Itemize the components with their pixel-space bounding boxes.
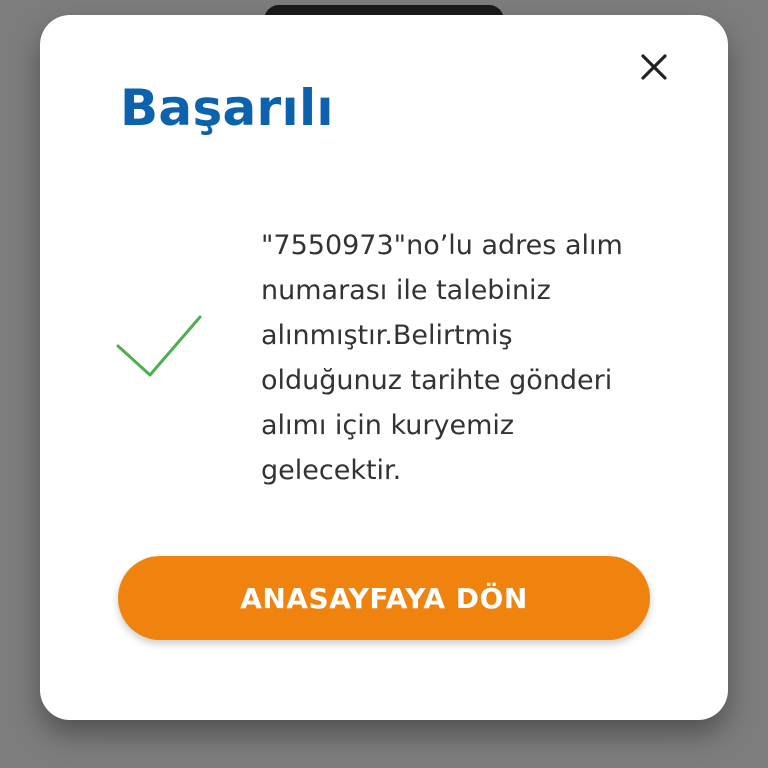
close-icon — [641, 54, 667, 80]
dialog-message: "7550973"no’lu adres alım numarası ile t… — [261, 230, 623, 486]
close-button[interactable] — [638, 51, 670, 83]
back-to-home-button[interactable]: ANASAYFAYA DÖN — [118, 556, 650, 640]
dialog-title: Başarılı — [120, 79, 334, 137]
checkmark-icon — [116, 315, 202, 377]
success-dialog: Başarılı "7550973"no’lu adres alım numar… — [40, 15, 728, 720]
screen: Başarılı "7550973"no’lu adres alım numar… — [0, 0, 768, 768]
